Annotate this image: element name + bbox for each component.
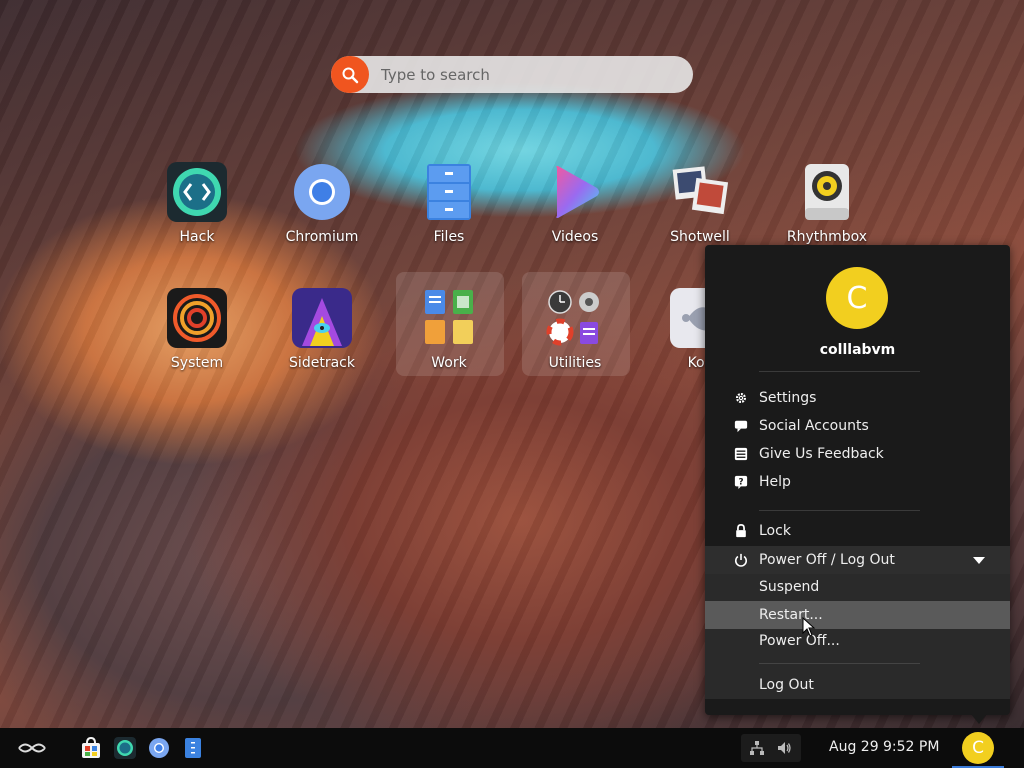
app-label: Chromium bbox=[285, 229, 359, 245]
rhythmbox-icon bbox=[797, 162, 857, 222]
submenu-item-suspend[interactable]: Suspend bbox=[705, 574, 1010, 601]
utilities-folder-icon bbox=[545, 288, 605, 348]
search-icon[interactable] bbox=[331, 56, 369, 93]
app-label: Utilities bbox=[548, 355, 602, 371]
hack-icon bbox=[167, 162, 227, 222]
folder-utilities[interactable]: Utilities bbox=[520, 288, 630, 388]
app-system[interactable]: System bbox=[142, 288, 252, 388]
menu-item-feedback[interactable]: Give Us Feedback bbox=[705, 441, 1010, 467]
endless-logo-icon bbox=[18, 743, 46, 753]
app-label: Rhythmbox bbox=[786, 229, 868, 245]
chat-bubble-icon bbox=[734, 420, 748, 433]
menu-item-label: Power Off / Log Out bbox=[759, 552, 895, 568]
menu-item-label: Lock bbox=[759, 523, 791, 539]
search-bar[interactable] bbox=[331, 56, 693, 93]
user-avatar: C bbox=[826, 267, 888, 329]
volume-icon[interactable] bbox=[776, 740, 792, 756]
menu-item-label: Help bbox=[759, 474, 791, 490]
menu-item-label: Settings bbox=[759, 390, 817, 406]
app-label: Videos bbox=[551, 229, 599, 245]
app-sidetrack[interactable]: Sidetrack bbox=[267, 288, 377, 388]
user-menu: C colllabvm Settings Social Accounts Giv… bbox=[705, 245, 1010, 715]
system-icon bbox=[167, 288, 227, 348]
app-label: Hack bbox=[179, 229, 215, 245]
taskbar-app-store[interactable] bbox=[78, 734, 104, 762]
clock-date[interactable]: Aug 29 bbox=[829, 739, 879, 755]
power-icon bbox=[735, 553, 747, 567]
app-chromium[interactable]: Chromium bbox=[267, 162, 377, 262]
chevron-down-icon bbox=[973, 557, 985, 564]
submenu-item-power-off[interactable]: Power Off... bbox=[705, 629, 1010, 656]
username: colllabvm bbox=[819, 342, 896, 358]
app-label: System bbox=[170, 355, 224, 371]
files-icon bbox=[419, 162, 479, 222]
svg-text:?: ? bbox=[738, 478, 743, 488]
app-label: Work bbox=[431, 355, 467, 371]
system-tray[interactable] bbox=[741, 734, 801, 762]
endless-menu-button[interactable] bbox=[14, 734, 50, 762]
chromium-icon bbox=[292, 162, 352, 222]
menu-item-label: Give Us Feedback bbox=[759, 446, 884, 462]
menu-item-label: Social Accounts bbox=[759, 418, 869, 434]
app-videos[interactable]: Videos bbox=[520, 162, 630, 262]
help-icon: ? bbox=[734, 475, 748, 489]
hack-icon bbox=[114, 737, 136, 759]
feedback-icon bbox=[734, 447, 748, 461]
divider bbox=[759, 371, 920, 372]
taskbar-files[interactable] bbox=[180, 734, 206, 762]
clock-time[interactable]: 9:52 PM bbox=[883, 739, 939, 755]
work-folder-icon bbox=[419, 288, 479, 348]
search-input[interactable] bbox=[379, 62, 683, 88]
taskbar-user-avatar[interactable]: C bbox=[962, 732, 994, 764]
app-files[interactable]: Files bbox=[394, 162, 504, 262]
menu-item-label: Power Off... bbox=[759, 633, 840, 649]
app-store-icon bbox=[82, 737, 100, 758]
divider bbox=[759, 510, 920, 511]
taskbar-chromium[interactable] bbox=[146, 734, 172, 762]
menu-item-social-accounts[interactable]: Social Accounts bbox=[705, 413, 1010, 439]
network-icon[interactable] bbox=[749, 740, 765, 756]
submenu-item-log-out[interactable]: Log Out bbox=[705, 671, 1010, 699]
divider bbox=[759, 663, 920, 664]
app-label: Shotwell bbox=[670, 229, 730, 245]
menu-item-label: Log Out bbox=[759, 677, 814, 693]
sidetrack-icon bbox=[292, 288, 352, 348]
menu-item-power-off-log-out[interactable]: Power Off / Log Out bbox=[705, 546, 1010, 574]
folder-work[interactable]: Work bbox=[394, 288, 504, 388]
chromium-icon bbox=[149, 738, 169, 758]
shotwell-icon bbox=[670, 162, 730, 222]
taskbar: Aug 29 9:52 PM C bbox=[0, 728, 1024, 768]
app-hack[interactable]: Hack bbox=[142, 162, 252, 262]
submenu-item-restart[interactable]: Restart... bbox=[705, 601, 1010, 629]
menu-item-settings[interactable]: Settings bbox=[705, 385, 1010, 411]
taskbar-hack[interactable] bbox=[112, 734, 138, 762]
menu-item-label: Suspend bbox=[759, 579, 820, 595]
menu-item-help[interactable]: ? Help bbox=[705, 469, 1010, 495]
app-label: Sidetrack bbox=[289, 355, 355, 371]
files-icon bbox=[185, 738, 201, 758]
gear-icon bbox=[735, 392, 747, 404]
lock-icon bbox=[736, 524, 746, 538]
menu-item-lock[interactable]: Lock bbox=[705, 518, 1010, 544]
app-label: Files bbox=[433, 229, 465, 245]
mouse-cursor-icon bbox=[802, 617, 816, 637]
videos-icon bbox=[545, 162, 605, 222]
menu-pointer bbox=[971, 714, 987, 724]
